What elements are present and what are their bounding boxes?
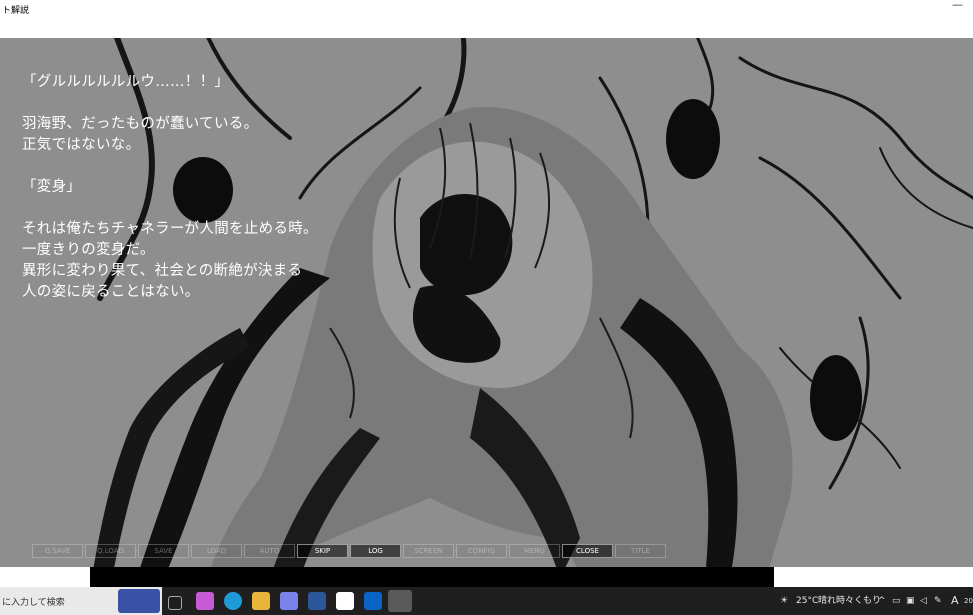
taskbar-search[interactable]: に入力して検索 [0,587,162,615]
clock[interactable]: 20 [964,587,973,615]
task-view-icon[interactable] [168,596,182,610]
load-button[interactable]: LOAD [191,544,242,558]
auto-button[interactable]: AUTO [244,544,295,558]
dialogue-line: 異形に変わり果て、社会との断絶が決まる [22,263,303,279]
outlook-icon[interactable] [364,592,382,610]
volume-icon[interactable]: ◁ [920,587,927,615]
dialogue-line: 一度きりの変身だ。 [22,242,155,258]
chevron-up-icon[interactable]: ^ [878,587,886,615]
dialogue-line: 「グルルルルルルウ……！！」 [22,74,230,90]
window-titlebar: ト解説 — [0,0,973,38]
log-button[interactable]: LOG [350,544,401,558]
onedrive-icon[interactable] [336,592,354,610]
dialogue-line: 人の姿に戻ることはない。 [22,284,200,300]
teams-icon[interactable] [280,592,298,610]
skip-button[interactable]: SKIP [297,544,348,558]
windows-taskbar: に入力して検索 ☀ 25°C 晴れ時々くもり ^ ▭ ▣ ◁ ✎ A 20 [0,587,973,615]
close-button[interactable]: CLOSE [562,544,613,558]
dialogue-line: 「変身」 [22,179,82,195]
window-title: ト解説 [2,6,30,16]
dialogue-line [22,198,442,219]
battery-icon[interactable]: ▭ [892,587,901,615]
dialogue-line [22,93,442,114]
dialogue-line: 羽海野、だったものが蠢いている。 [22,116,259,132]
ime-indicator[interactable]: A [951,587,959,615]
search-highlight-icon[interactable] [118,589,160,613]
minimize-button[interactable]: — [952,0,963,11]
qsave-button[interactable]: Q.SAVE [32,544,83,558]
weather-icon[interactable]: ☀ [780,587,788,615]
word-icon[interactable] [308,592,326,610]
screen-button[interactable]: SCREEN [403,544,454,558]
window-bottom-edge [0,567,973,587]
game-screen[interactable]: 「グルルルルルルウ……！！」 羽海野、だったものが蠢いている。 正気ではないな。… [0,38,973,567]
save-button[interactable]: SAVE [138,544,189,558]
network-icon[interactable]: ▣ [906,587,915,615]
dialogue-line [22,156,442,177]
qload-button[interactable]: Q.LOAD [85,544,136,558]
search-placeholder: に入力して検索 [2,598,65,608]
edge-icon[interactable] [224,592,242,610]
game-app-icon[interactable] [388,590,412,612]
weather-temp[interactable]: 25°C [796,587,818,615]
title-button[interactable]: TITLE [615,544,666,558]
config-button[interactable]: CONFIG [456,544,507,558]
copilot-icon[interactable] [196,592,214,610]
dialogue-line: 正気ではないな。 [22,137,141,153]
weather-text[interactable]: 晴れ時々くもり [818,587,881,615]
dialogue-line: それは俺たちチャネラーが人間を止める時。 [22,221,318,237]
file-explorer-icon[interactable] [252,592,270,610]
dialogue-box: 「グルルルルルルウ……！！」 羽海野、だったものが蠢いている。 正気ではないな。… [22,72,442,303]
pen-icon[interactable]: ✎ [934,587,942,615]
menu-button[interactable]: MENU [509,544,560,558]
